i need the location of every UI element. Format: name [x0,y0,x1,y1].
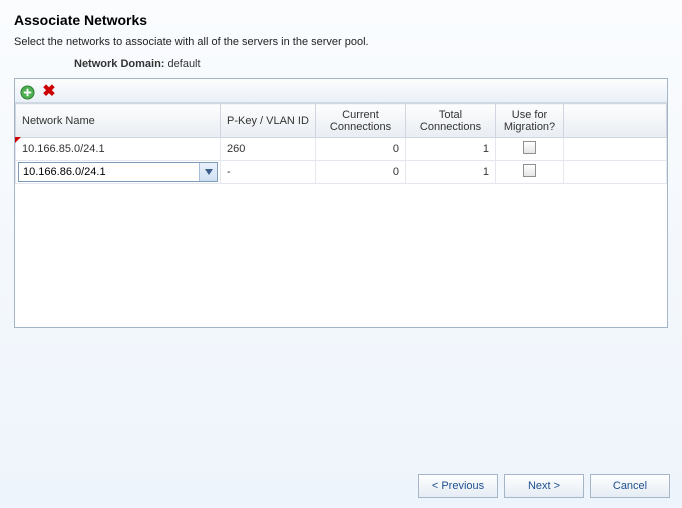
col-header-spare [564,104,667,138]
total-connections-cell: 1 [406,161,496,184]
network-domain-value: default [168,58,201,70]
network-name-cell: 10.166.85.0/24.1 [22,143,105,155]
pkey-cell: - [221,161,316,184]
network-name-combobox[interactable] [18,162,218,182]
networks-table: Network Name P-Key / VLAN ID Current Con… [15,103,667,184]
previous-button[interactable]: < Previous [418,474,498,498]
table-row[interactable]: 10.166.85.0/24.1 260 0 1 [16,138,667,161]
network-name-input[interactable] [19,163,199,181]
col-header-name[interactable]: Network Name [16,104,221,138]
wizard-footer: < Previous Next > Cancel [418,474,670,498]
col-header-migration[interactable]: Use for Migration? [496,104,564,138]
current-connections-cell: 0 [316,161,406,184]
pkey-cell: 260 [221,138,316,161]
networks-panel: ✖ Network Name P-Key / VLAN ID Current C… [14,78,668,328]
col-header-pkey[interactable]: P-Key / VLAN ID [221,104,316,138]
add-icon[interactable] [19,84,35,100]
current-connections-cell: 0 [316,138,406,161]
table-row[interactable]: - 0 1 [16,161,667,184]
next-button[interactable]: Next > [504,474,584,498]
col-header-total[interactable]: Total Connections [406,104,496,138]
col-header-current[interactable]: Current Connections [316,104,406,138]
migration-checkbox[interactable] [523,164,536,177]
combobox-toggle-button[interactable] [199,163,217,181]
page-title: Associate Networks [14,12,668,28]
total-connections-cell: 1 [406,138,496,161]
cancel-button[interactable]: Cancel [590,474,670,498]
row-marker-icon [15,137,21,143]
migration-checkbox[interactable] [523,141,536,154]
remove-icon[interactable]: ✖ [41,84,57,100]
page-description: Select the networks to associate with al… [14,36,668,48]
table-header-row: Network Name P-Key / VLAN ID Current Con… [16,104,667,138]
network-domain-label: Network Domain: [74,58,164,70]
toolbar: ✖ [15,79,667,103]
